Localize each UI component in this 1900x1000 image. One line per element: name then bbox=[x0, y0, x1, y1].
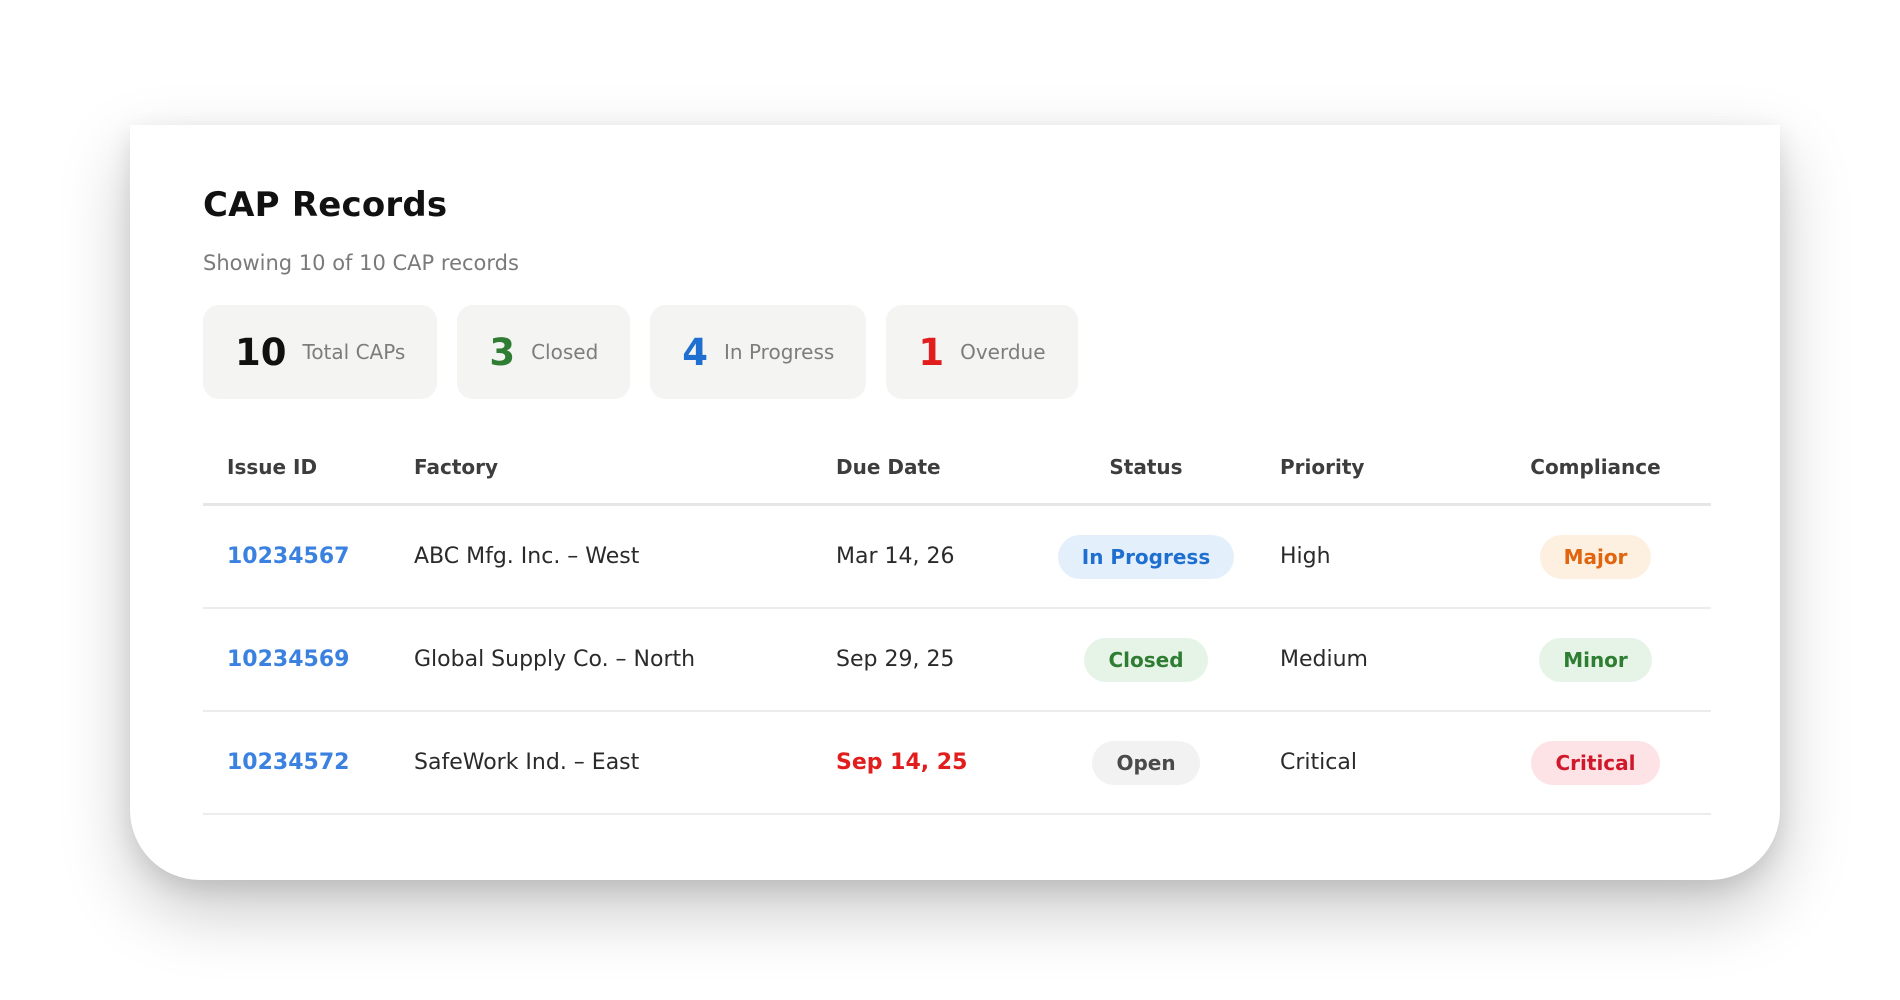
column-header-priority[interactable]: Priority bbox=[1250, 455, 1480, 479]
records-count-subtitle: Showing 10 of 10 CAP records bbox=[203, 251, 519, 275]
column-header-status[interactable]: Status bbox=[1042, 455, 1250, 479]
column-header-due-date[interactable]: Due Date bbox=[836, 455, 1042, 479]
issue-id-link[interactable]: 10234572 bbox=[227, 750, 349, 775]
compliance-badge: Major bbox=[1539, 534, 1652, 579]
status-badge: Closed bbox=[1084, 637, 1208, 682]
table-header: Issue ID Factory Due Date Status Priorit… bbox=[203, 431, 1711, 506]
stat-overdue-value: 1 bbox=[918, 330, 945, 374]
stat-total-label: Total CAPs bbox=[302, 340, 406, 364]
factory-cell: ABC Mfg. Inc. – West bbox=[414, 544, 640, 569]
stats-summary: 10 Total CAPs 3 Closed 4 In Progress 1 O… bbox=[203, 305, 1711, 399]
compliance-badge: Minor bbox=[1539, 637, 1652, 682]
priority-cell: Medium bbox=[1280, 647, 1368, 672]
factory-cell: Global Supply Co. – North bbox=[414, 647, 696, 672]
table-row[interactable]: 10234572 SafeWork Ind. – East Sep 14, 25… bbox=[203, 712, 1711, 815]
stat-total-caps: 10 Total CAPs bbox=[203, 305, 438, 399]
stat-overdue-label: Overdue bbox=[960, 340, 1046, 364]
cap-records-card: CAP Records Showing 10 of 10 CAP records… bbox=[130, 125, 1780, 880]
column-header-compliance[interactable]: Compliance bbox=[1480, 455, 1711, 479]
factory-cell: SafeWork Ind. – East bbox=[414, 750, 640, 775]
stat-closed: 3 Closed bbox=[457, 305, 631, 399]
cap-records-table: Issue ID Factory Due Date Status Priorit… bbox=[203, 431, 1711, 815]
column-header-factory[interactable]: Factory bbox=[414, 455, 836, 479]
stat-overdue: 1 Overdue bbox=[886, 305, 1078, 399]
card-content: CAP Records Showing 10 of 10 CAP records… bbox=[203, 185, 1711, 815]
due-date-cell-overdue: Sep 14, 25 bbox=[836, 750, 968, 775]
stat-total-value: 10 bbox=[235, 330, 287, 374]
due-date-cell: Sep 29, 25 bbox=[836, 647, 955, 672]
priority-cell: Critical bbox=[1280, 750, 1357, 775]
stat-in-progress-label: In Progress bbox=[724, 340, 835, 364]
issue-id-link[interactable]: 10234569 bbox=[227, 647, 349, 672]
issue-id-link[interactable]: 10234567 bbox=[227, 544, 349, 569]
compliance-badge: Critical bbox=[1531, 740, 1660, 785]
due-date-cell: Mar 14, 26 bbox=[836, 544, 955, 569]
stat-closed-value: 3 bbox=[489, 330, 516, 374]
stat-in-progress: 4 In Progress bbox=[650, 305, 867, 399]
status-badge: In Progress bbox=[1057, 534, 1235, 579]
status-badge: Open bbox=[1092, 740, 1200, 785]
stat-closed-label: Closed bbox=[531, 340, 599, 364]
stat-in-progress-value: 4 bbox=[682, 330, 709, 374]
table-row[interactable]: 10234569 Global Supply Co. – North Sep 2… bbox=[203, 609, 1711, 712]
table-row[interactable]: 10234567 ABC Mfg. Inc. – West Mar 14, 26… bbox=[203, 506, 1711, 609]
priority-cell: High bbox=[1280, 544, 1331, 569]
column-header-issue-id[interactable]: Issue ID bbox=[203, 455, 414, 479]
page-title: CAP Records bbox=[203, 185, 448, 225]
